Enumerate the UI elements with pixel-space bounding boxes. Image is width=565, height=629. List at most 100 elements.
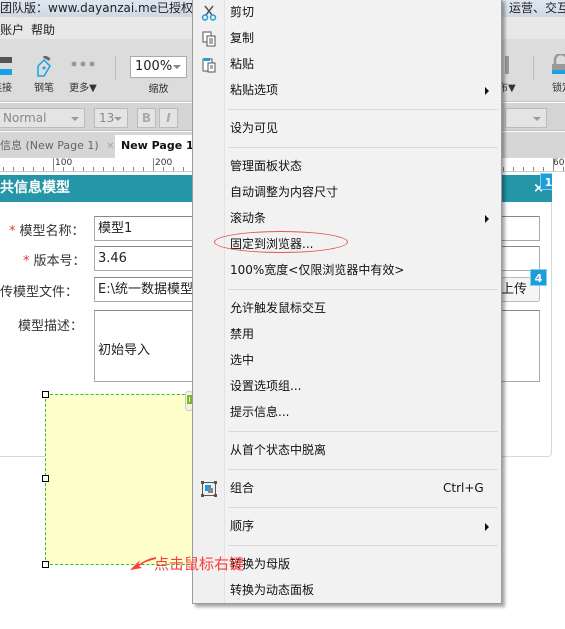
ruler-tick: [173, 167, 174, 171]
close-icon[interactable]: ✕: [106, 141, 114, 152]
ruler-tick: [83, 167, 84, 171]
pen-button[interactable]: 钢笔: [30, 39, 58, 99]
resize-handle[interactable]: [42, 391, 49, 398]
menu-item[interactable]: 复制: [193, 25, 501, 51]
pen-icon: [37, 56, 51, 77]
menu-item[interactable]: 粘贴选项: [193, 77, 501, 103]
menu-item-label: 管理面板状态: [230, 159, 303, 173]
menu-separator: [228, 469, 498, 470]
menu-help[interactable]: 帮助: [31, 21, 55, 38]
context-menu: 剪切复制粘贴粘贴选项设为可见管理面板状态自动调整为内容尺寸滚动条固定到浏览器..…: [192, 0, 502, 604]
menu-item[interactable]: 允许触发鼠标交互: [193, 295, 501, 321]
menu-item-label: 选中: [230, 353, 255, 367]
italic-button[interactable]: I: [159, 108, 178, 128]
menu-item[interactable]: 转换为动态面板: [193, 577, 501, 603]
window-title: 团队版：www.dayanzai.me已授权: [0, 1, 194, 15]
ruler-tick: [503, 167, 504, 171]
menu-item[interactable]: 组合 Ctrl+G: [193, 475, 501, 501]
menu-separator: [228, 289, 498, 290]
menu-item-label: 从首个状态中脱离: [230, 443, 327, 457]
menu-item[interactable]: 设置选项组...: [193, 373, 501, 399]
more-button[interactable]: 更多▼: [66, 39, 100, 99]
panel-title: 公共信息模型: [0, 180, 70, 196]
menu-item-label: 粘贴选项: [230, 83, 279, 97]
lock-button[interactable]: 锁定: [548, 39, 565, 99]
more-label: 更多▼: [69, 83, 97, 94]
ruler-tick: [113, 167, 114, 171]
menu-item[interactable]: 100%宽度<仅限浏览器中有效>: [193, 257, 501, 283]
description-label: 模型描述：: [18, 319, 84, 334]
menu-item[interactable]: 设为可见: [193, 115, 501, 141]
menu-item-label: 组合: [230, 481, 255, 495]
menu-item[interactable]: 从首个状态中脱离: [193, 437, 501, 463]
font-size-select[interactable]: 13: [94, 108, 128, 128]
selected-dynamic-panel[interactable]: [45, 394, 195, 565]
tab-label: New Page 1: [121, 139, 194, 152]
connect-button[interactable]: 连接: [0, 39, 16, 99]
resize-handle[interactable]: [42, 561, 49, 568]
menu-item[interactable]: 剪切: [193, 0, 501, 25]
menu-separator: [228, 431, 498, 432]
ruler-tick: [53, 158, 54, 171]
menu-item-label: 设为可见: [230, 121, 279, 135]
scissors-icon: [201, 4, 217, 21]
menu-item[interactable]: 自动调整为内容尺寸: [193, 179, 501, 205]
ruler-tick: [163, 167, 164, 171]
tab-new-page-1[interactable]: New Page 1: [115, 135, 195, 158]
ruler-tick: [553, 158, 554, 171]
tab-page-info[interactable]: 信息 (New Page 1) ✕: [0, 135, 115, 158]
ruler-tick: [63, 167, 64, 171]
menu-item-label: 粘贴: [230, 57, 255, 71]
menu-item-label: 自动调整为内容尺寸: [230, 185, 339, 199]
connect-icon: [0, 57, 12, 75]
zoom-label: 缩放: [148, 84, 169, 95]
ruler-tick: [563, 167, 564, 171]
menu-item[interactable]: 禁用: [193, 321, 501, 347]
canvas-edge: [552, 172, 565, 629]
menu-item-label: 复制: [230, 31, 255, 45]
lock-label: 锁定: [552, 83, 565, 94]
ruler-tick: [33, 167, 34, 171]
ruler-tick: [143, 167, 144, 171]
menu-item[interactable]: 粘贴: [193, 51, 501, 77]
menu-item[interactable]: 顺序: [193, 513, 501, 539]
pen-label: 钢笔: [34, 83, 54, 94]
ruler-tick: [103, 167, 104, 171]
menu-item-label: 转换为动态面板: [230, 583, 315, 597]
menu-item[interactable]: 提示信息...: [193, 399, 501, 425]
menu-item-label: 剪切: [230, 5, 255, 19]
more-icon: [71, 61, 95, 67]
style-select[interactable]: Normal: [0, 108, 85, 128]
group-icon: [201, 480, 217, 497]
menu-item-label: 提示信息...: [230, 405, 290, 419]
chevron-right-icon: [485, 523, 489, 531]
menu-account[interactable]: 账户: [0, 21, 24, 38]
menu-separator: [228, 109, 498, 110]
ruler-tick: [513, 167, 514, 171]
ruler-tick: [13, 167, 14, 171]
ruler-tick: [23, 167, 24, 171]
paste-icon: [201, 56, 217, 73]
bold-button[interactable]: B: [137, 108, 156, 128]
zoom-select[interactable]: 100%: [130, 56, 187, 78]
chevron-down-icon: [114, 117, 122, 121]
toolbar-divider: [115, 56, 116, 80]
menu-item-label: 允许触发鼠标交互: [230, 301, 327, 315]
resize-handle[interactable]: [42, 475, 49, 482]
chevron-down-icon: [71, 117, 79, 121]
fill-select[interactable]: [505, 108, 547, 128]
menu-item[interactable]: 固定到浏览器...: [193, 231, 501, 257]
menu-item[interactable]: 选中: [193, 347, 501, 373]
menu-item-label: 固定到浏览器...: [230, 237, 314, 251]
chevron-right-icon: [485, 87, 489, 95]
required-marker: *: [23, 254, 30, 269]
menu-item[interactable]: 管理面板状态: [193, 153, 501, 179]
font-size-value: 13: [99, 111, 115, 125]
tab-label: 信息 (New Page 1): [0, 139, 99, 152]
menu-item[interactable]: 滚动条: [193, 205, 501, 231]
required-marker: *: [9, 224, 16, 239]
window-title-right: 运营、交互: [509, 1, 565, 15]
lock-icon: [552, 54, 565, 74]
zoom-value: 100%: [135, 59, 173, 74]
ruler-tick: [533, 167, 534, 171]
